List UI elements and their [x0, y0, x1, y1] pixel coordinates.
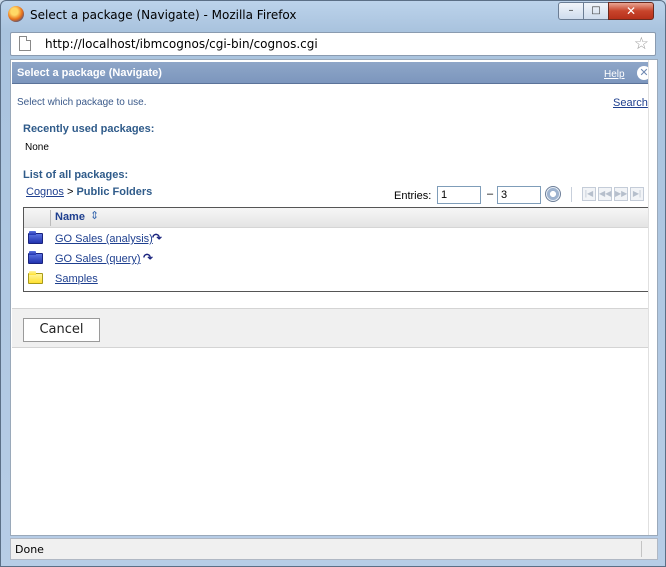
header-divider [50, 210, 51, 226]
first-page-icon[interactable]: |◀ [582, 187, 596, 201]
folder-icon [28, 271, 43, 284]
minimize-button[interactable]: – [558, 2, 584, 20]
status-bar: Done [10, 538, 658, 560]
status-text: Done [15, 543, 44, 556]
window-title: Select a package (Navigate) - Mozilla Fi… [30, 8, 297, 22]
breadcrumb-current: Public Folders [76, 186, 153, 198]
url-text[interactable]: http://localhost/ibmcognos/cgi-bin/cogno… [45, 37, 318, 51]
browser-window: Select a package (Navigate) - Mozilla Fi… [0, 0, 666, 567]
entries-from-input[interactable] [437, 186, 481, 204]
package-link-go-sales-query[interactable]: GO Sales (query) [55, 253, 141, 265]
cancel-button[interactable]: Cancel [23, 318, 100, 342]
entries-dash: – [487, 188, 494, 200]
help-link[interactable]: Help [604, 69, 625, 80]
breadcrumb: Cognos > Public Folders [26, 186, 152, 198]
last-page-icon[interactable]: ▶| [630, 187, 644, 201]
packages-table: Name ⇕ GO Sales (analysis) ↷ GO Sales (q… [23, 207, 650, 292]
name-column-header[interactable]: Name [55, 211, 85, 223]
previous-page-icon[interactable]: ◀◀ [598, 187, 612, 201]
entries-label: Entries: [394, 190, 432, 202]
firefox-icon [8, 6, 24, 22]
table-row: Samples [24, 269, 649, 289]
breadcrumb-separator: > [63, 186, 77, 198]
dialog-footer: Cancel [12, 308, 657, 348]
table-header: Name ⇕ [24, 208, 649, 228]
dialog-title: Select a package (Navigate) [17, 67, 162, 79]
package-folder-icon [28, 251, 43, 264]
go-button[interactable] [545, 186, 561, 202]
table-row: GO Sales (analysis) ↷ [24, 229, 649, 249]
package-folder-icon [28, 231, 43, 244]
run-arrow-icon[interactable]: ↷ [143, 251, 153, 265]
maximize-button[interactable]: □ [583, 2, 609, 20]
dialog-header: Select a package (Navigate) Help ✕ [12, 62, 657, 84]
vertical-scrollbar[interactable] [648, 60, 657, 535]
sort-icon[interactable]: ⇕ [90, 209, 99, 222]
all-packages-label: List of all packages: [23, 169, 129, 181]
status-divider [641, 541, 642, 557]
title-bar[interactable]: Select a package (Navigate) - Mozilla Fi… [1, 1, 665, 29]
pager-divider [571, 187, 572, 202]
next-page-icon[interactable]: ▶▶ [614, 187, 628, 201]
entries-to-input[interactable] [497, 186, 541, 204]
search-link[interactable]: Search [613, 97, 648, 109]
page-content: Select a package (Navigate) Help ✕ Selec… [10, 59, 658, 536]
table-row: GO Sales (query) ↷ [24, 249, 649, 269]
recent-packages-value: None [25, 142, 49, 153]
page-icon [19, 36, 31, 51]
instruction-text: Select which package to use. [17, 97, 147, 108]
breadcrumb-root-link[interactable]: Cognos [26, 186, 64, 198]
close-window-button[interactable]: ✕ [608, 2, 654, 20]
package-link-go-sales-analysis[interactable]: GO Sales (analysis) [55, 233, 153, 245]
recent-packages-label: Recently used packages: [23, 123, 155, 135]
url-bar[interactable]: http://localhost/ibmcognos/cgi-bin/cogno… [10, 32, 656, 56]
run-arrow-icon[interactable]: ↷ [152, 231, 162, 245]
bookmark-star-icon[interactable]: ☆ [634, 34, 649, 54]
folder-link-samples[interactable]: Samples [55, 273, 98, 285]
